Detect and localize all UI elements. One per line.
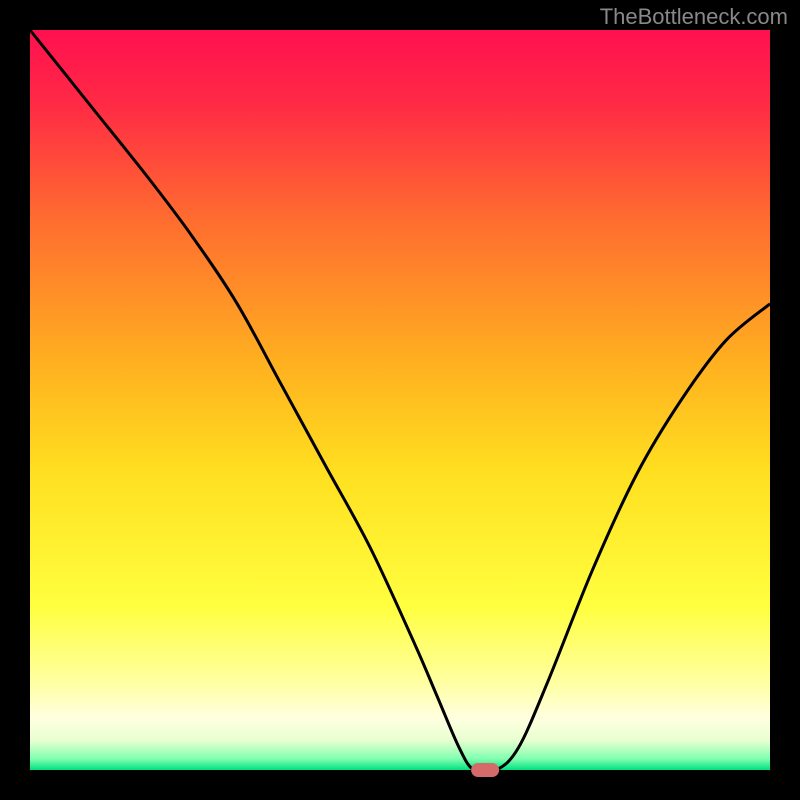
optimal-marker <box>471 763 499 777</box>
watermark-label: TheBottleneck.com <box>600 4 788 30</box>
chart-container: TheBottleneck.com <box>0 0 800 800</box>
plot-background <box>30 30 770 770</box>
bottleneck-chart <box>0 0 800 800</box>
